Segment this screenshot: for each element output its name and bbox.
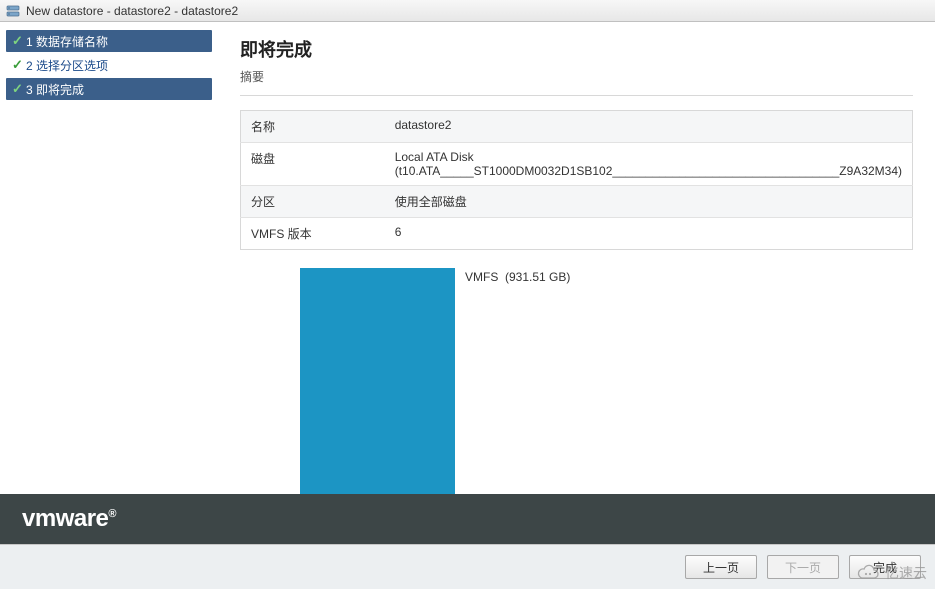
check-icon: ✓	[12, 33, 26, 49]
row-label: 名称	[241, 111, 385, 143]
watermark-text: 亿速云	[885, 563, 927, 583]
vmware-logo: vmware®	[22, 505, 116, 533]
page-subtitle: 摘要	[240, 68, 913, 96]
row-label: 分区	[241, 186, 385, 218]
check-icon: ✓	[12, 57, 26, 73]
summary-table: 名称 datastore2 磁盘 Local ATA Disk (t10.ATA…	[240, 110, 913, 250]
wizard-body: ✓ 1 数据存储名称 ✓ 2 选择分区选项 ✓ 3 即将完成 即将完成 摘要 名…	[0, 22, 935, 544]
wizard-main: 即将完成 摘要 名称 datastore2 磁盘 Local ATA Disk …	[218, 22, 935, 544]
table-row: VMFS 版本 6	[241, 218, 913, 250]
page-heading: 即将完成	[240, 36, 913, 62]
check-icon: ✓	[12, 81, 26, 97]
table-row: 名称 datastore2	[241, 111, 913, 143]
next-button: 下一页	[767, 555, 839, 579]
table-row: 磁盘 Local ATA Disk (t10.ATA_____ST1000DM0…	[241, 143, 913, 186]
wizard-step-3[interactable]: ✓ 3 即将完成	[6, 78, 212, 100]
window-titlebar: New datastore - datastore2 - datastore2	[0, 0, 935, 22]
window-title: New datastore - datastore2 - datastore2	[26, 4, 238, 18]
datastore-icon	[6, 4, 20, 18]
back-button[interactable]: 上一页	[685, 555, 757, 579]
table-row: 分区 使用全部磁盘	[241, 186, 913, 218]
wizard-button-bar: 上一页 下一页 完成	[0, 544, 935, 589]
row-value: Local ATA Disk (t10.ATA_____ST1000DM0032…	[385, 143, 913, 186]
row-label: VMFS 版本	[241, 218, 385, 250]
disk-partition-label: VMFS (931.51 GB)	[465, 268, 570, 284]
row-label: 磁盘	[241, 143, 385, 186]
wizard-step-1[interactable]: ✓ 1 数据存储名称	[6, 30, 212, 52]
wizard-step-2[interactable]: ✓ 2 选择分区选项	[6, 54, 212, 76]
row-value: 6	[385, 218, 913, 250]
row-value: datastore2	[385, 111, 913, 143]
watermark: 亿速云	[855, 563, 927, 583]
wizard-sidebar: ✓ 1 数据存储名称 ✓ 2 选择分区选项 ✓ 3 即将完成	[0, 22, 218, 544]
cloud-icon	[855, 564, 881, 582]
row-value: 使用全部磁盘	[385, 186, 913, 218]
brand-footer: vmware®	[0, 494, 935, 544]
